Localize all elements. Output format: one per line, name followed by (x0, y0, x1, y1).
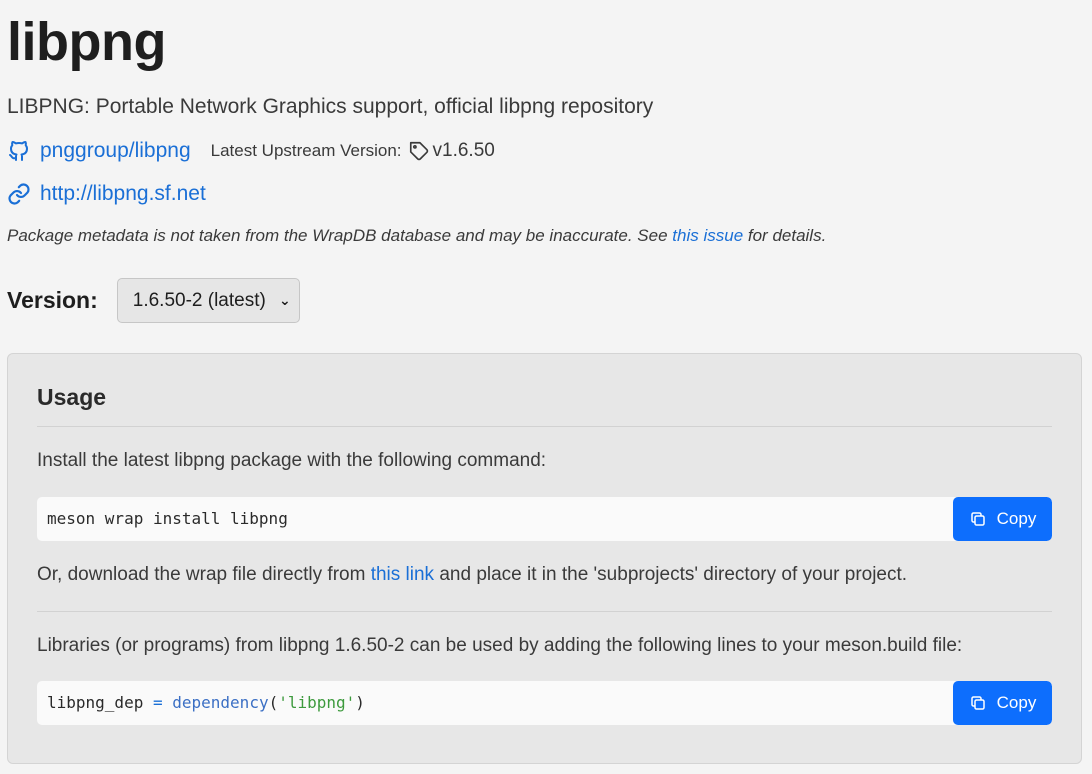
dependency-code-block: libpng_dep = dependency('libpng') Copy (37, 681, 1052, 725)
metadata-note: Package metadata is not taken from the W… (7, 224, 826, 248)
homepage-link[interactable]: http://libpng.sf.net (40, 182, 206, 206)
upstream-label: Latest Upstream Version: (210, 141, 402, 160)
upstream-version-value: v1.6.50 (432, 140, 495, 161)
divider (37, 611, 1052, 612)
github-icon (7, 139, 31, 163)
version-row: Version: 1.6.50-2 (latest) ⌄ (7, 277, 300, 324)
copy-label: Copy (996, 693, 1037, 712)
code-operator: = (152, 693, 163, 712)
code-paren-close: ) (355, 693, 365, 712)
note-text-before: Package metadata is not taken from the W… (7, 226, 673, 245)
package-description: LIBPNG: Portable Network Graphics suppor… (7, 95, 654, 118)
tag-icon (408, 140, 430, 162)
download-text-before: Or, download the wrap file directly from (37, 564, 371, 585)
install-command[interactable]: meson wrap install libpng (47, 497, 288, 541)
divider (37, 426, 1052, 427)
dependency-code[interactable]: libpng_dep = dependency('libpng') (47, 681, 365, 725)
download-text-after: and place it in the 'subprojects' direct… (434, 564, 908, 585)
repo-row: pnggroup/libpng Latest Upstream Version:… (7, 136, 495, 166)
upstream-version: Latest Upstream Version: v1.6.50 (211, 140, 495, 162)
install-text: Install the latest libpng package with t… (37, 450, 547, 471)
download-text: Or, download the wrap file directly from… (37, 562, 907, 588)
usage-card: Usage Install the latest libpng package … (7, 353, 1082, 764)
package-page: libpng LIBPNG: Portable Network Graphics… (0, 0, 1092, 774)
code-string: 'libpng' (278, 693, 356, 712)
code-paren-open: ( (268, 693, 279, 712)
link-icon (7, 182, 31, 206)
copy-icon (969, 510, 987, 528)
install-command-block: meson wrap install libpng Copy (37, 497, 1052, 541)
code-variable: libpng_dep (47, 693, 144, 712)
note-text-after: for details. (743, 226, 827, 245)
version-label: Version: (7, 287, 98, 313)
copy-install-button[interactable]: Copy (953, 497, 1052, 541)
usage-title: Usage (37, 384, 107, 410)
homepage-row: http://libpng.sf.net (7, 179, 206, 209)
copy-dependency-button[interactable]: Copy (953, 681, 1052, 725)
chevron-down-icon: ⌄ (279, 292, 291, 308)
copy-icon (969, 694, 987, 712)
code-function: dependency (172, 693, 269, 712)
wrap-file-link[interactable]: this link (371, 564, 434, 585)
version-select-value: 1.6.50-2 (latest) (132, 289, 266, 311)
copy-label: Copy (996, 509, 1037, 528)
issue-link[interactable]: this issue (672, 226, 743, 245)
version-select[interactable]: 1.6.50-2 (latest) ⌄ (116, 278, 300, 323)
package-title: libpng (7, 12, 166, 72)
libraries-text: Libraries (or programs) from libpng 1.6.… (37, 635, 963, 656)
repo-link[interactable]: pnggroup/libpng (40, 139, 191, 163)
